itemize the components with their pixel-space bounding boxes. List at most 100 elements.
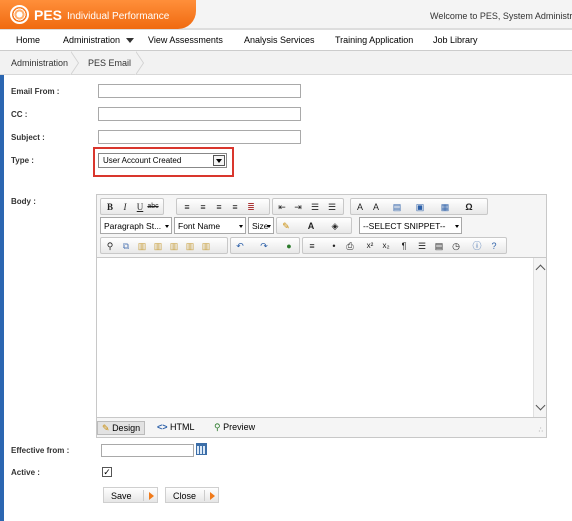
format-group: B I U abc: [100, 198, 164, 215]
snippet-value: --SELECT SNIPPET--: [363, 221, 446, 231]
special-character-icon[interactable]: Ω: [463, 201, 475, 213]
paste-plain-icon[interactable]: ▥: [200, 240, 212, 252]
indent-icon[interactable]: ⇥: [292, 201, 304, 213]
justify-icon[interactable]: ≡: [229, 201, 241, 213]
horizontal-rule-icon[interactable]: ≡: [306, 240, 318, 252]
chevron-down-icon[interactable]: [213, 155, 225, 166]
nav-administration[interactable]: Administration: [63, 35, 135, 45]
clear-format-icon[interactable]: ≣: [245, 201, 257, 213]
main-nav: Home Administration View Assessments Ana…: [0, 29, 572, 51]
paste-text-icon[interactable]: ▥: [152, 240, 164, 252]
document-icon[interactable]: ▤: [433, 240, 445, 252]
find-icon[interactable]: ⚲: [104, 240, 116, 252]
format-painter-icon[interactable]: A: [370, 201, 382, 213]
subject-field[interactable]: [98, 130, 301, 144]
breadcrumb-separator: [70, 51, 81, 75]
pes-logo-icon: [10, 5, 29, 24]
tab-preview-label: Preview: [223, 422, 256, 432]
calendar-icon[interactable]: [196, 443, 207, 455]
indent-group: ⇤ ⇥ ☰ ☰: [272, 198, 344, 215]
highlight-icon[interactable]: ✎: [280, 220, 292, 232]
effective-from-label: Effective from :: [11, 446, 70, 455]
line-icon[interactable]: ☰: [416, 240, 428, 252]
active-label: Active :: [11, 468, 40, 477]
breadcrumb-pes-email: PES Email: [88, 58, 132, 68]
code-icon: <>: [157, 422, 168, 432]
chevron-down-icon: [455, 225, 459, 228]
brand-banner: PES Individual Performance: [0, 0, 196, 29]
editor-mode-tabs: ✎ Design <> HTML ⚲ Preview ∴: [97, 419, 546, 437]
print-icon[interactable]: ⎙: [344, 240, 356, 252]
bold-icon[interactable]: B: [104, 201, 116, 213]
insert-group: A A ▤ ▣ ▦ Ω: [350, 198, 488, 215]
scroll-up-icon[interactable]: [535, 264, 546, 275]
breadcrumb: Administration PES Email: [0, 51, 572, 75]
paste-html-icon[interactable]: ▥: [184, 240, 196, 252]
resize-grip-icon[interactable]: ∴: [539, 426, 543, 434]
undo-icon[interactable]: ↶: [234, 240, 246, 252]
outdent-icon[interactable]: ⇤: [276, 201, 288, 213]
active-checkbox[interactable]: ✓: [102, 467, 112, 477]
subscript-icon[interactable]: x₂: [380, 240, 392, 252]
breadcrumb-administration[interactable]: Administration: [11, 58, 68, 68]
nav-job-library[interactable]: Job Library: [433, 35, 478, 45]
bullet-list-icon[interactable]: ☰: [326, 201, 338, 213]
nav-training-application[interactable]: Training Application: [335, 35, 413, 45]
superscript-icon[interactable]: x²: [364, 240, 376, 252]
italic-icon[interactable]: I: [119, 201, 131, 213]
strikethrough-icon[interactable]: abc: [147, 201, 159, 213]
table-icon[interactable]: ▤: [391, 201, 403, 213]
nav-analysis-services[interactable]: Analysis Services: [244, 35, 315, 45]
cc-label: CC :: [11, 110, 28, 119]
align-center-icon[interactable]: ≡: [197, 201, 209, 213]
align-right-icon[interactable]: ≡: [213, 201, 225, 213]
cc-field[interactable]: [98, 107, 301, 121]
editor-body-area[interactable]: [97, 257, 546, 418]
numbered-list-icon[interactable]: ☰: [309, 201, 321, 213]
button-divider: [143, 490, 144, 501]
body-label: Body :: [11, 197, 36, 206]
insert-form-icon[interactable]: ▦: [439, 201, 451, 213]
font-name-select[interactable]: Font Name: [174, 217, 246, 234]
type-select[interactable]: User Account Created: [98, 153, 227, 168]
editor-scrollbar[interactable]: [533, 258, 546, 417]
nav-view-assessments[interactable]: View Assessments: [148, 35, 223, 45]
close-button[interactable]: Close: [165, 487, 219, 503]
effective-from-field[interactable]: [101, 444, 194, 457]
clipboard-group: ⚲ ⧉ ▥ ▥ ▥ ▥ ▥: [100, 237, 228, 254]
toolbar-row-1: B I U abc ≡ ≡ ≡ ≡ ≣ ⇤ ⇥ ☰ ☰ A A ▤ ▣ ▦ Ω: [100, 198, 500, 215]
background-color-icon[interactable]: ◈: [329, 220, 341, 232]
spellcheck-icon[interactable]: A: [354, 201, 366, 213]
tab-design-label: Design: [112, 423, 141, 433]
link-icon[interactable]: ●: [283, 240, 295, 252]
save-button[interactable]: Save: [103, 487, 158, 503]
app-name: PES: [34, 7, 63, 23]
tab-design[interactable]: ✎ Design: [97, 421, 146, 435]
clock-icon[interactable]: ◷: [450, 240, 462, 252]
scroll-down-icon[interactable]: [535, 400, 546, 411]
email-from-field[interactable]: [98, 84, 301, 98]
align-left-icon[interactable]: ≡: [181, 201, 193, 213]
bullet-icon[interactable]: •: [328, 240, 340, 252]
save-button-label: Save: [111, 491, 132, 501]
insert-media-icon[interactable]: ▣: [414, 201, 426, 213]
snippet-select[interactable]: --SELECT SNIPPET--: [359, 217, 462, 234]
copy-icon[interactable]: ⧉: [120, 240, 132, 252]
underline-icon[interactable]: U: [134, 201, 146, 213]
nav-home[interactable]: Home: [16, 35, 40, 45]
chevron-down-icon: [126, 38, 135, 44]
paragraph-style-select[interactable]: Paragraph St...: [100, 217, 172, 234]
font-color-icon[interactable]: A: [305, 220, 317, 232]
paste-word-icon[interactable]: ▥: [168, 240, 180, 252]
tab-html[interactable]: <> HTML: [153, 421, 199, 435]
align-group: ≡ ≡ ≡ ≡ ≣: [176, 198, 270, 215]
toolbar-row-2: Paragraph St... Font Name Size ✎ A ◈ --S…: [100, 217, 500, 234]
redo-icon[interactable]: ↷: [258, 240, 270, 252]
paste-icon[interactable]: ▥: [136, 240, 148, 252]
info-icon[interactable]: ⓘ: [471, 240, 483, 252]
paragraph-icon[interactable]: ¶: [398, 240, 410, 252]
font-size-select[interactable]: Size: [248, 217, 274, 234]
help-icon[interactable]: ?: [488, 240, 500, 252]
arrow-right-icon: [210, 492, 215, 500]
tab-preview[interactable]: ⚲ Preview: [210, 421, 259, 435]
